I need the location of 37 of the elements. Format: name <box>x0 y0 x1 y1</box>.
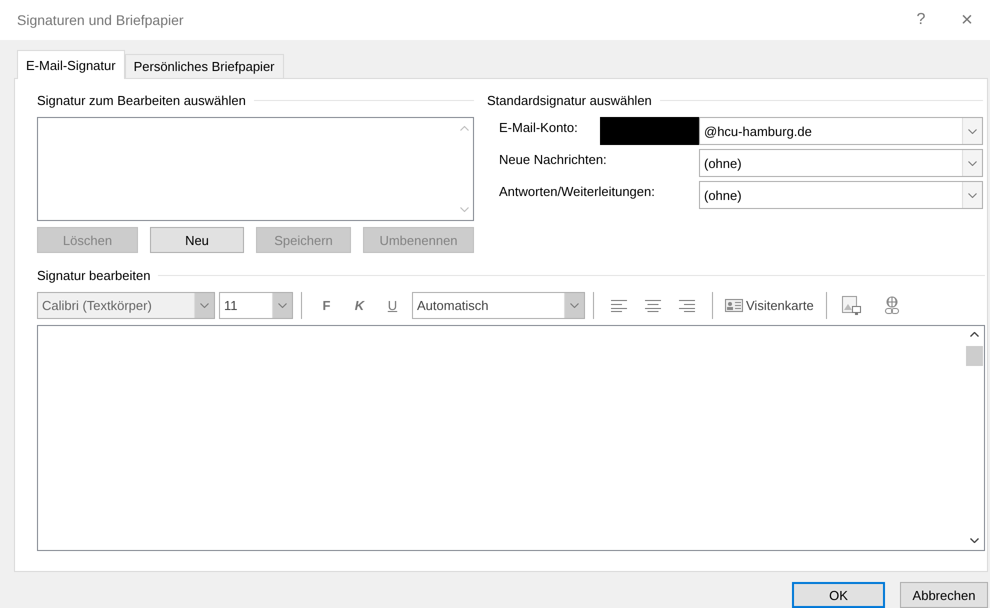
dialog-button[interactable]: OK <box>792 582 885 608</box>
business-card-button[interactable]: Visitenkarte <box>721 292 818 319</box>
align-right-icon[interactable] <box>679 300 695 312</box>
scroll-up-icon[interactable] <box>970 332 979 337</box>
caret-icon <box>570 303 579 308</box>
underline-button[interactable]: U <box>376 298 409 313</box>
close-button[interactable]: × <box>944 0 990 40</box>
account-dropdown[interactable]: (ohne) <box>699 181 983 209</box>
caret-icon <box>200 303 209 308</box>
dialog-button[interactable]: Abbrechen <box>900 582 988 608</box>
tab[interactable]: E-Mail-Signatur <box>17 50 125 79</box>
account-dropdown[interactable]: @hcu-hamburg.de <box>699 117 983 145</box>
window-title: Signaturen und Briefpapier <box>17 12 185 28</box>
caret-icon <box>968 160 977 166</box>
scrollbar-thumb[interactable] <box>966 346 983 366</box>
italic-button[interactable]: K <box>343 298 376 313</box>
insert-picture-icon[interactable] <box>842 296 862 316</box>
field-label: E-Mail-Konto: <box>499 119 579 135</box>
group-title: Standardsignatur auswählen <box>487 92 652 108</box>
account-dropdown[interactable]: (ohne) <box>699 149 983 177</box>
color-dropdown[interactable]: Automatisch <box>412 292 585 319</box>
caret-icon <box>968 192 977 198</box>
field-label: Antworten/Weiterleitungen: <box>499 183 656 199</box>
tab[interactable]: Persönliches Briefpapier <box>124 54 284 78</box>
bold-button[interactable]: F <box>310 298 343 313</box>
align-center-icon[interactable] <box>645 300 661 312</box>
action-button[interactable]: Neu <box>150 227 244 253</box>
caret-icon <box>278 303 287 308</box>
size-dropdown[interactable]: 11 <box>219 292 293 319</box>
align-left-icon[interactable] <box>611 300 627 312</box>
help-button[interactable]: ? <box>898 0 944 40</box>
caret-icon <box>968 128 977 134</box>
scroll-down-icon[interactable] <box>970 538 979 543</box>
group-title: Signatur zum Bearbeiten auswählen <box>37 92 246 108</box>
group-title: Signatur bearbeiten <box>37 268 150 282</box>
contact-card-icon <box>725 299 743 312</box>
field-label: Neue Nachrichten: <box>499 151 608 167</box>
